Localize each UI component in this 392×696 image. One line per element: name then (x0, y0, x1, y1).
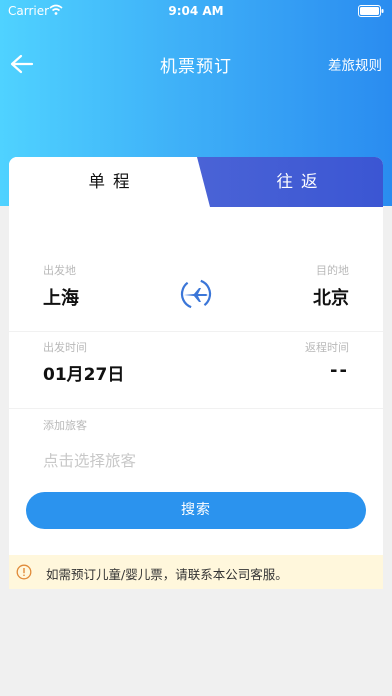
depart-date[interactable]: 01月27日 (43, 360, 124, 385)
divider (9, 408, 383, 409)
departure-city[interactable]: 上海 (43, 284, 79, 310)
divider (9, 331, 383, 332)
status-bar: Carrier 9:04 AM (0, 0, 392, 22)
tab-one-way[interactable]: 单程 (9, 157, 209, 207)
notice-text: 如需预订儿童/婴儿票，请联系本公司客服。 (46, 567, 288, 582)
battery-icon (358, 5, 384, 17)
nav-bar: 机票预订 差旅规则 (0, 42, 392, 86)
notice-banner: 如需预订儿童/婴儿票，请联系本公司客服。 (9, 555, 383, 589)
destination-city[interactable]: 北京 (313, 284, 349, 310)
tab-round-trip[interactable]: 往返 (197, 157, 383, 207)
booking-card: 单程 往返 出发地 上海 目的地 北京 出发时间 01月27日 返程时间 -- … (9, 157, 383, 555)
trip-type-tabs: 单程 往返 (9, 157, 383, 207)
travel-rules-link[interactable]: 差旅规则 (328, 54, 382, 74)
passenger-label: 添加旅客 (43, 419, 87, 432)
return-date[interactable]: -- (330, 360, 349, 381)
clock: 9:04 AM (168, 4, 224, 18)
destination-city-label: 目的地 (316, 264, 349, 277)
select-passenger-field[interactable]: 点击选择旅客 (43, 449, 136, 471)
return-date-label: 返程时间 (305, 341, 349, 354)
depart-date-label: 出发时间 (43, 341, 87, 354)
search-button[interactable]: 搜索 (26, 492, 366, 529)
warning-icon (16, 564, 32, 580)
swap-cities-icon[interactable] (179, 277, 213, 311)
departure-city-label: 出发地 (43, 264, 76, 277)
